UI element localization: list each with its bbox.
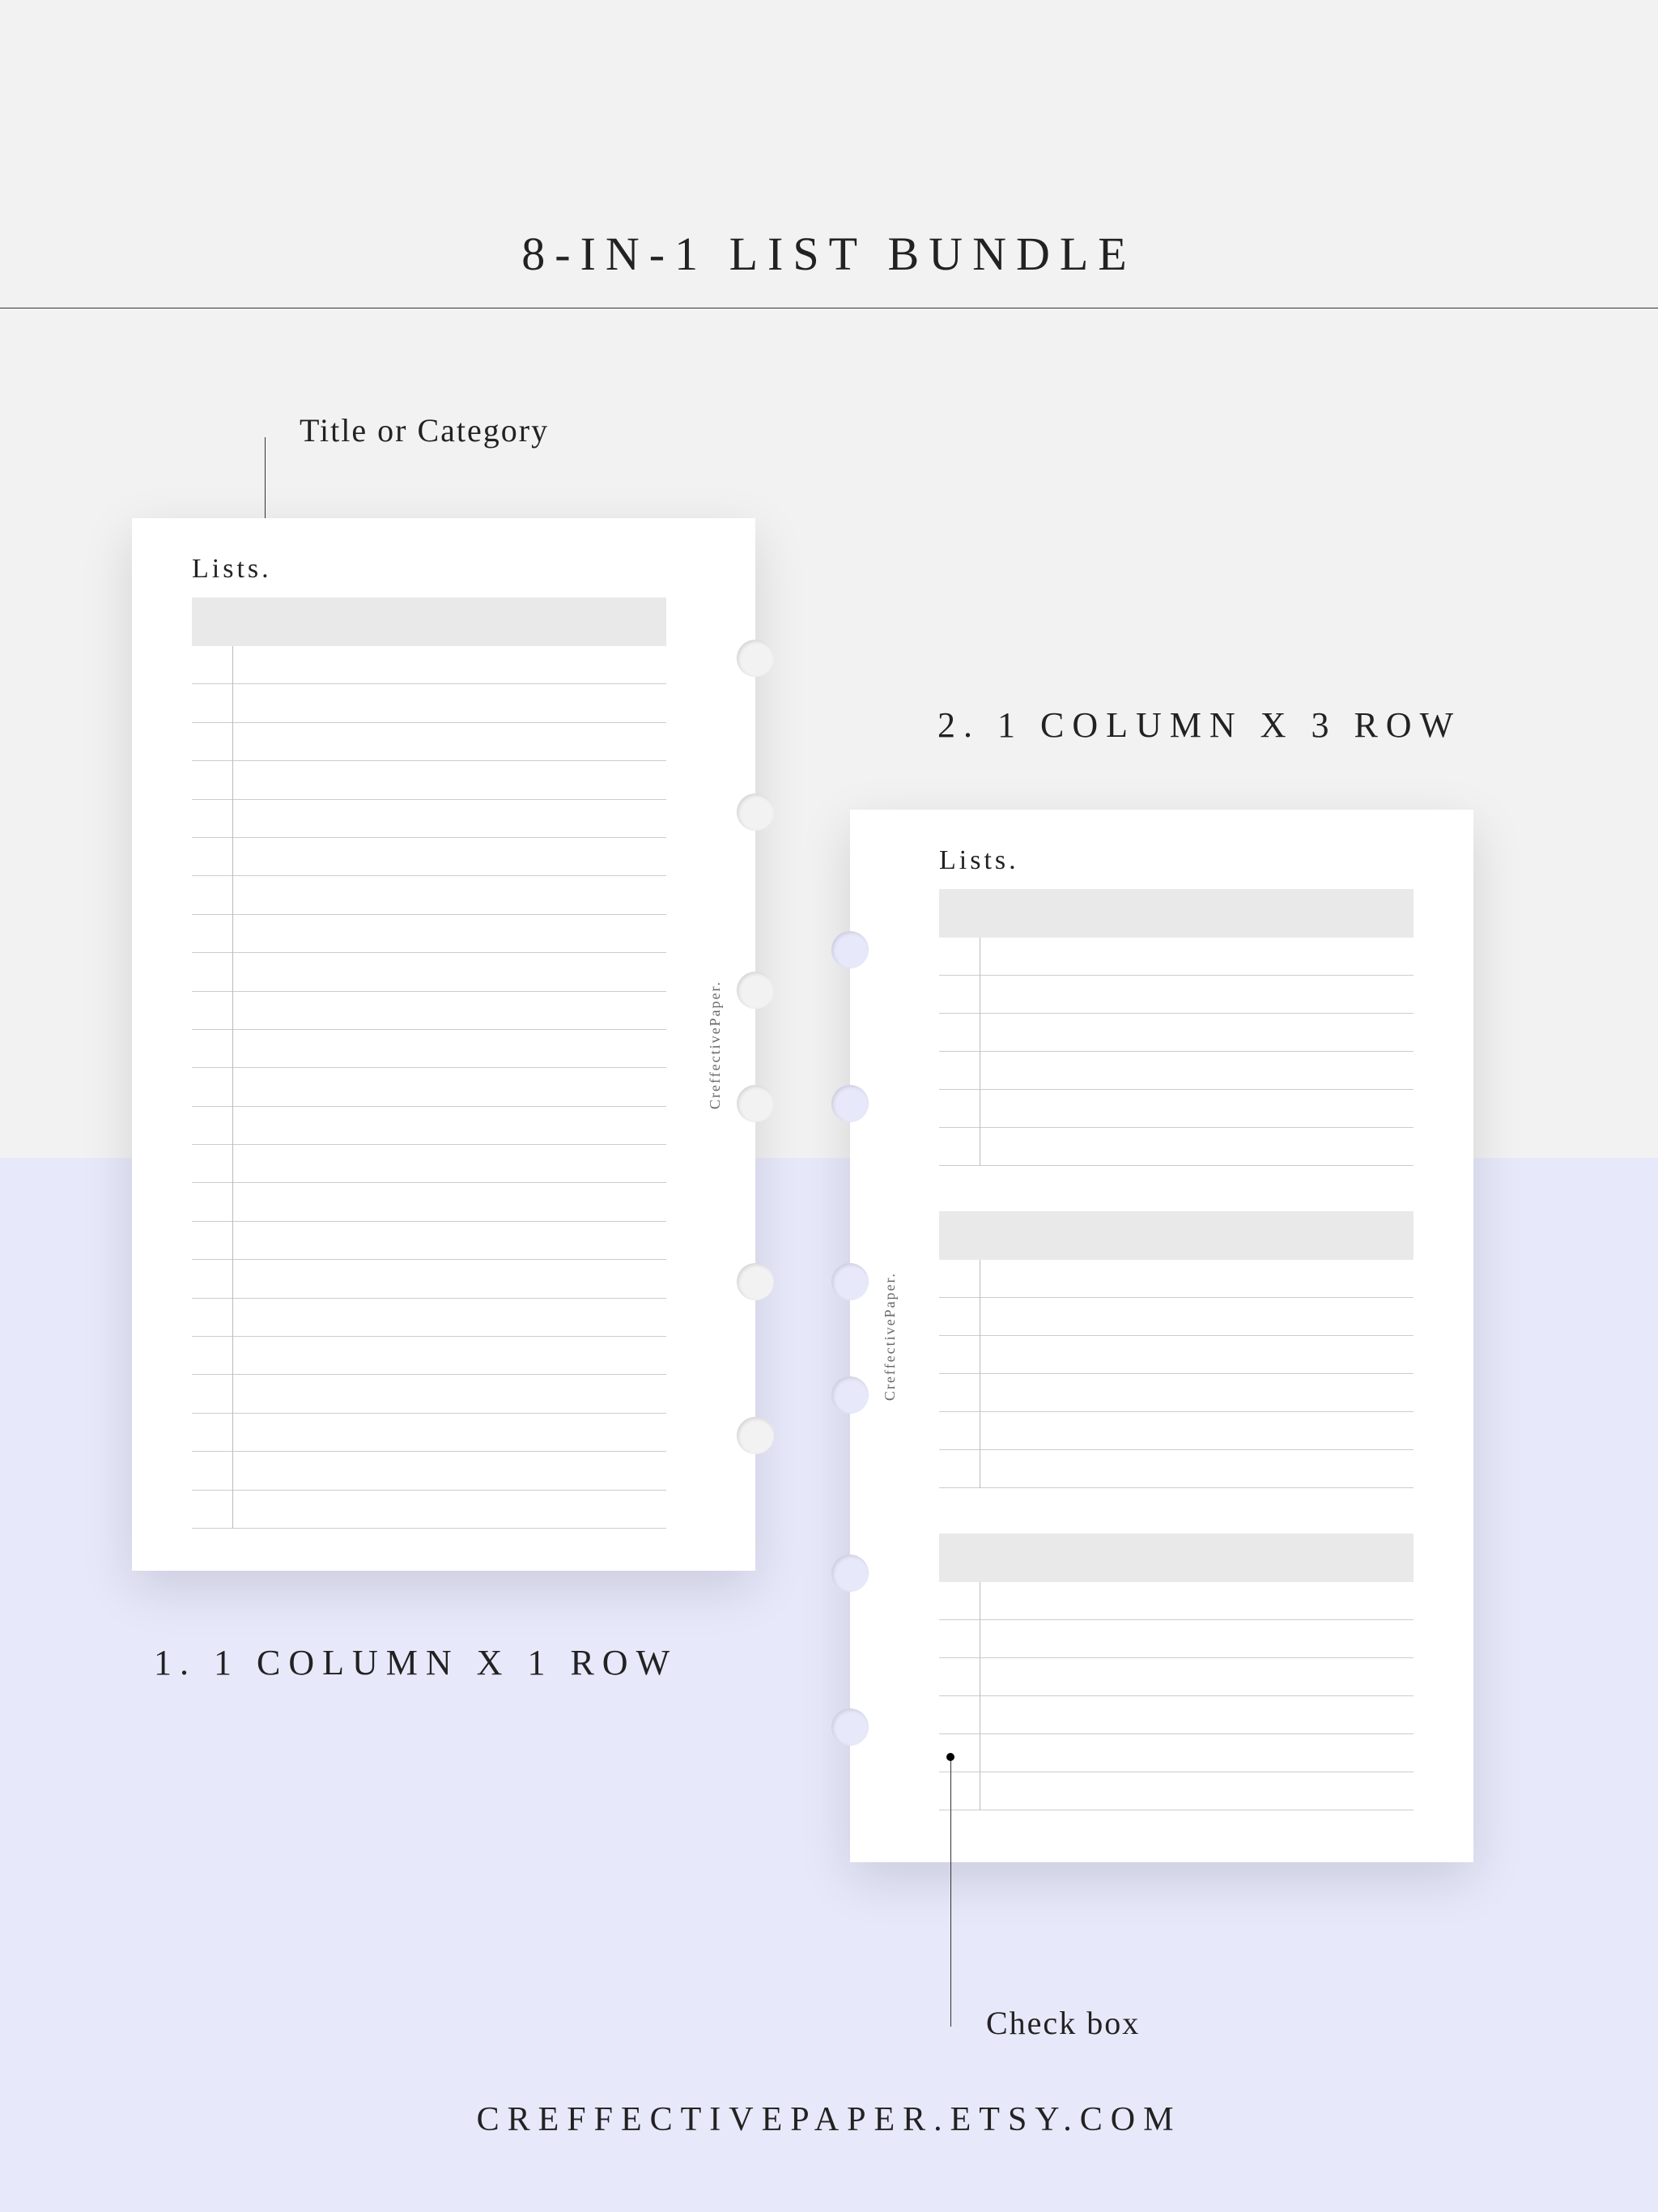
- card1-line: [192, 1452, 666, 1490]
- card1-header: Lists.: [192, 554, 666, 585]
- card1-line: [192, 953, 666, 991]
- card1-line: [192, 1145, 666, 1183]
- hole-icon: [737, 972, 774, 1009]
- card1-inner: Lists.: [192, 554, 666, 1535]
- footer-url: CREFFECTIVEPAPER.ETSY.COM: [0, 2100, 1658, 2139]
- card1-label: 1. 1 COLUMN X 1 ROW: [154, 1642, 678, 1683]
- hole-icon: [831, 931, 869, 968]
- card2-title-bar: [939, 1211, 1414, 1260]
- card2-section: [939, 1534, 1414, 1810]
- card1-line: [192, 1222, 666, 1260]
- card1-title-bar: [192, 598, 666, 646]
- page-title: 8-IN-1 LIST BUNDLE: [0, 227, 1658, 281]
- card2-line: [939, 1336, 1414, 1374]
- hole-icon: [831, 1555, 869, 1592]
- card2-line: [939, 1658, 1414, 1696]
- card1-line: [192, 800, 666, 838]
- card2-line: [939, 1450, 1414, 1488]
- card1-line: [192, 761, 666, 799]
- hole-icon: [831, 1708, 869, 1746]
- card1-line: [192, 646, 666, 684]
- card-2: Lists. CreffectivePaper.: [850, 810, 1473, 1862]
- card1-line: [192, 723, 666, 761]
- card1-line: [192, 1183, 666, 1221]
- card2-line: [939, 1052, 1414, 1090]
- card2-label: 2. 1 COLUMN X 3 ROW: [937, 704, 1461, 746]
- card2-line: [939, 1582, 1414, 1620]
- card2-line: [939, 1412, 1414, 1450]
- card2-header: Lists.: [939, 845, 1414, 876]
- card1-line: [192, 1068, 666, 1106]
- card2-inner: Lists.: [939, 845, 1414, 1827]
- card1-line: [192, 915, 666, 953]
- card1-line: [192, 1030, 666, 1068]
- card2-section: [939, 1211, 1414, 1488]
- card2-line: [939, 976, 1414, 1014]
- callout-dot-checkbox: [946, 1753, 954, 1761]
- card1-line: [192, 1299, 666, 1337]
- card-1: Lists. CreffectivePaper.: [132, 518, 755, 1571]
- card2-lines: [939, 1582, 1414, 1810]
- card2-line: [939, 1772, 1414, 1810]
- hole-icon: [737, 1417, 774, 1454]
- callout-line-checkbox: [950, 1755, 951, 2027]
- brand-text-card2: CreffectivePaper.: [882, 1272, 899, 1401]
- hole-icon: [831, 1263, 869, 1300]
- hole-icon: [737, 793, 774, 831]
- brand-text-card1: CreffectivePaper.: [707, 981, 724, 1109]
- hole-icon: [737, 640, 774, 677]
- callout-title-label: Title or Category: [300, 411, 549, 449]
- hole-icon: [737, 1085, 774, 1122]
- card2-line: [939, 1260, 1414, 1298]
- card2-line: [939, 1696, 1414, 1734]
- card2-line: [939, 1014, 1414, 1052]
- card2-line: [939, 1374, 1414, 1412]
- card1-vertical-line: [232, 646, 233, 1529]
- card2-title-bar: [939, 1534, 1414, 1582]
- card1-line: [192, 1414, 666, 1452]
- card2-section: [939, 889, 1414, 1166]
- card2-line: [939, 1128, 1414, 1166]
- hole-icon: [737, 1263, 774, 1300]
- callout-checkbox-label: Check box: [986, 2004, 1140, 2042]
- card2-line: [939, 1298, 1414, 1336]
- card2-title-bar: [939, 889, 1414, 938]
- card1-line: [192, 1375, 666, 1413]
- card1-line: [192, 992, 666, 1030]
- card2-line: [939, 1090, 1414, 1128]
- card2-lines: [939, 1260, 1414, 1488]
- card2-line: [939, 1620, 1414, 1658]
- card1-line: [192, 1260, 666, 1298]
- card1-line: [192, 1337, 666, 1375]
- card1-line: [192, 684, 666, 722]
- card1-line: [192, 1107, 666, 1145]
- hole-icon: [831, 1376, 869, 1414]
- card1-line: [192, 838, 666, 876]
- card1-lines: [192, 646, 666, 1529]
- card1-line: [192, 876, 666, 914]
- card2-lines: [939, 938, 1414, 1166]
- hole-icon: [831, 1085, 869, 1122]
- card1-line: [192, 1491, 666, 1529]
- card2-line: [939, 1734, 1414, 1772]
- card2-line: [939, 938, 1414, 976]
